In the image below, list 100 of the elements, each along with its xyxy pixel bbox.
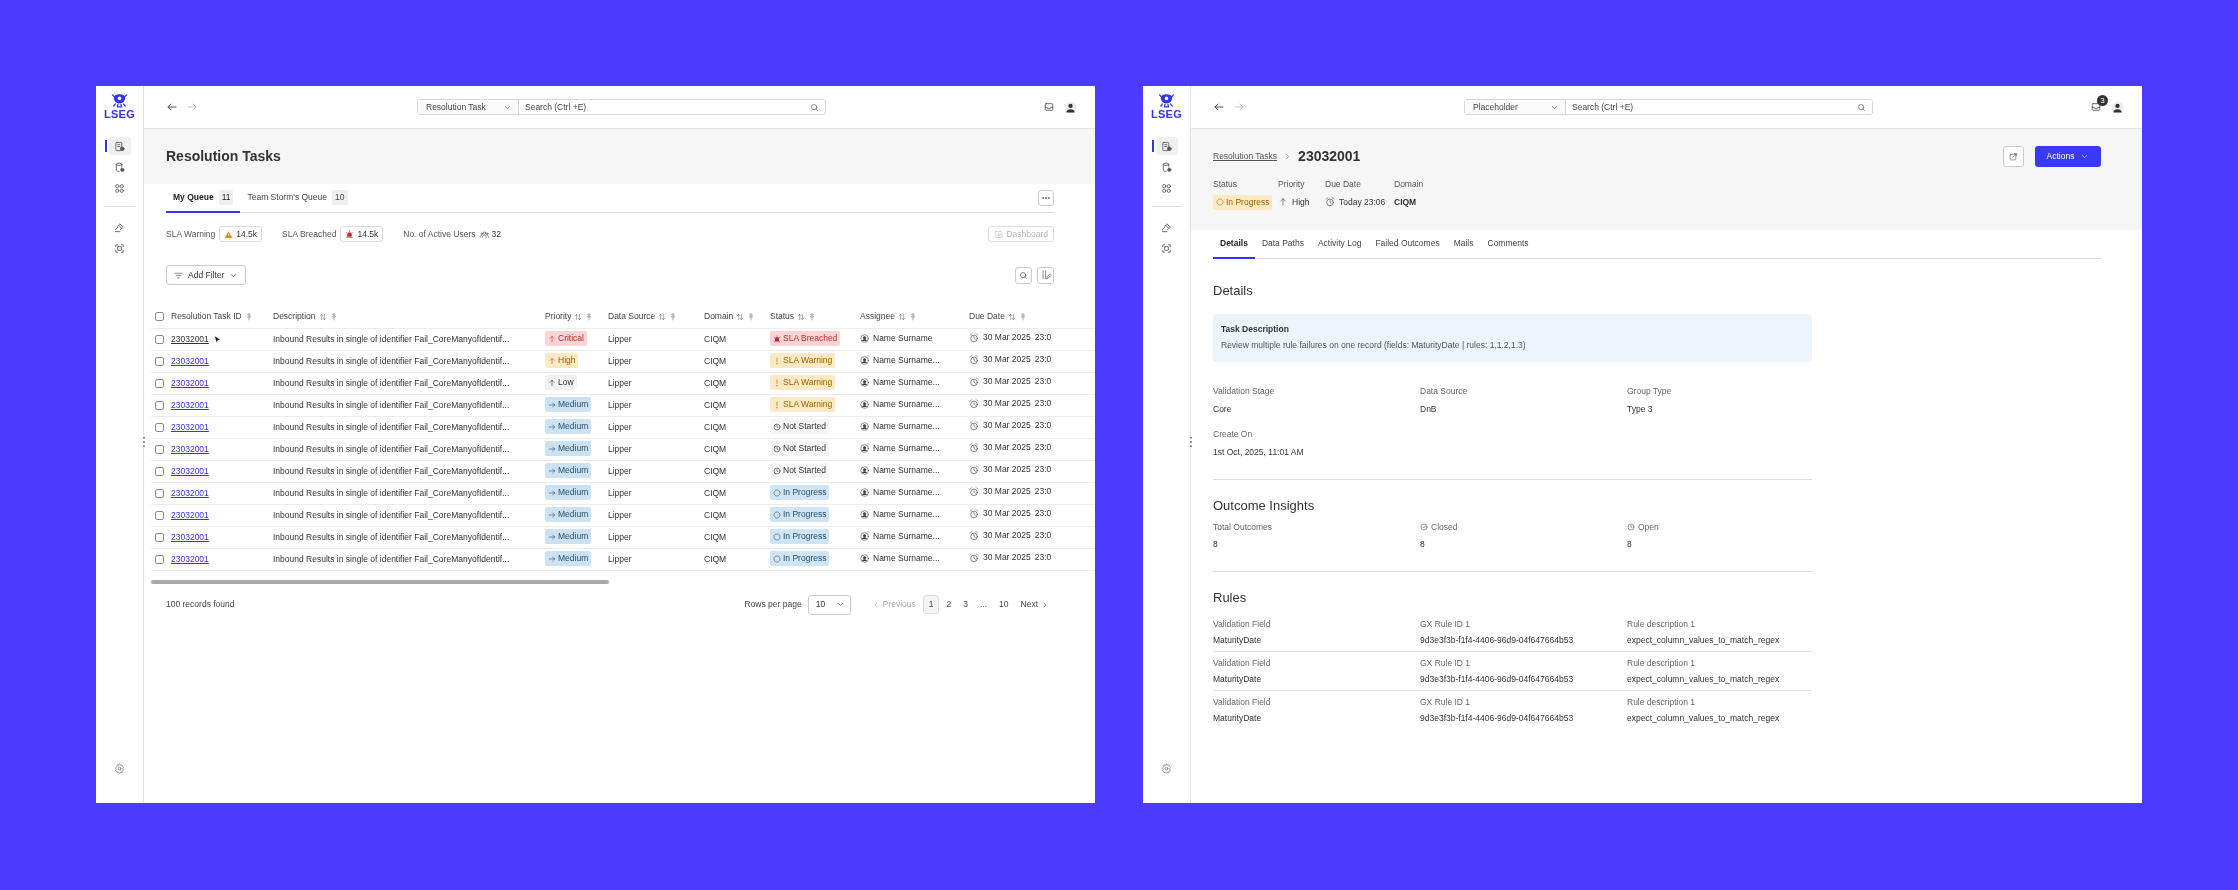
field-value: 9d3e3f3b-f1f4-4406-96d9-04f647664b53 bbox=[1420, 634, 1575, 647]
task-id-link[interactable]: 23032001 bbox=[171, 508, 209, 522]
due-date: 30 Mar 2025 bbox=[983, 463, 1031, 477]
inbox-icon[interactable] bbox=[2091, 102, 2101, 112]
gavel-icon bbox=[1161, 221, 1172, 233]
clock-icon bbox=[773, 422, 781, 431]
task-id-link[interactable]: 23032001 bbox=[171, 464, 209, 478]
column-settings-button[interactable] bbox=[1037, 266, 1054, 284]
row-checkbox[interactable] bbox=[155, 532, 164, 542]
sidebar-item[interactable] bbox=[1155, 137, 1178, 155]
assignee-name: Name Surname... bbox=[873, 551, 940, 565]
field-label: Status bbox=[1213, 178, 1239, 191]
avatar-icon[interactable] bbox=[2111, 100, 2124, 114]
row-checkbox[interactable] bbox=[155, 334, 164, 344]
page-button[interactable]: 2 bbox=[941, 595, 957, 614]
more-button[interactable] bbox=[1038, 190, 1054, 206]
next-button[interactable]: Next bbox=[1015, 595, 1054, 614]
settings-icon[interactable] bbox=[114, 763, 125, 774]
due-time: 23:0 bbox=[1034, 463, 1052, 477]
priority-tag: Medium bbox=[545, 551, 592, 567]
row-checkbox[interactable] bbox=[155, 378, 164, 388]
forward-icon[interactable] bbox=[1233, 101, 1245, 113]
drag-handle-icon[interactable] bbox=[142, 436, 146, 448]
task-id-link[interactable]: 23032001 bbox=[171, 552, 209, 566]
row-checkbox[interactable] bbox=[155, 444, 164, 454]
arrow-up-icon bbox=[1278, 197, 1288, 208]
tab[interactable]: My Queue 11 bbox=[166, 184, 241, 213]
row-checkbox[interactable] bbox=[155, 510, 164, 520]
arrow-up-icon bbox=[548, 356, 556, 365]
back-icon[interactable] bbox=[1213, 101, 1225, 113]
field-label: Group Type bbox=[1627, 385, 1673, 398]
row-checkbox[interactable] bbox=[155, 400, 164, 410]
task-id-link[interactable]: 23032001 bbox=[171, 486, 209, 500]
tab[interactable]: Comments bbox=[1480, 230, 1536, 259]
task-id-link[interactable]: 23032001 bbox=[171, 332, 209, 346]
table-cell: Inbound Results in single of identifier Fail_CoreManyofIdentif... bbox=[273, 553, 510, 564]
back-icon[interactable] bbox=[166, 101, 178, 113]
page-button[interactable]: 1 bbox=[922, 595, 940, 614]
arrow-up-icon bbox=[548, 378, 556, 387]
stat-value: 14.5k bbox=[219, 225, 263, 243]
table-cell: CIQM bbox=[704, 333, 727, 344]
scrollbar[interactable] bbox=[151, 579, 609, 584]
row-checkbox[interactable] bbox=[155, 554, 164, 564]
user-icon bbox=[860, 553, 869, 563]
rows-per-page-select[interactable]: 10 bbox=[807, 594, 851, 615]
assignee-name: Name Surname... bbox=[873, 353, 940, 367]
avatar-icon[interactable] bbox=[1064, 100, 1077, 114]
inbox-icon[interactable] bbox=[1044, 102, 1054, 112]
add-filter-button[interactable]: Add Filter bbox=[166, 265, 247, 285]
pin-icon bbox=[808, 312, 817, 321]
share-button[interactable] bbox=[2003, 145, 2024, 167]
tab[interactable]: Data Paths bbox=[1254, 230, 1311, 259]
field-value: 9d3e3f3b-f1f4-4406-96d9-04f647664b53 bbox=[1420, 673, 1575, 686]
page-button[interactable]: ... bbox=[974, 595, 993, 614]
section-heading: Details bbox=[1213, 282, 1254, 300]
task-id-link[interactable]: 23032001 bbox=[171, 398, 209, 412]
row-checkbox[interactable] bbox=[155, 356, 164, 366]
row-checkbox[interactable] bbox=[155, 488, 164, 498]
select-all-checkbox[interactable] bbox=[155, 312, 164, 322]
sidebar-item[interactable] bbox=[108, 137, 131, 155]
tab[interactable]: Details bbox=[1213, 230, 1255, 259]
task-id-link[interactable]: 23032001 bbox=[171, 376, 209, 390]
sort-icon bbox=[318, 312, 327, 321]
task-id-link[interactable]: 23032001 bbox=[171, 420, 209, 434]
forward-icon[interactable] bbox=[186, 101, 198, 113]
column-header: Assignee bbox=[860, 310, 895, 324]
row-checkbox[interactable] bbox=[155, 422, 164, 432]
sort-icon bbox=[574, 312, 583, 321]
tab[interactable]: Team Storm's Queue 10 bbox=[240, 184, 355, 213]
clock-icon bbox=[773, 466, 781, 475]
tab[interactable]: Failed Outcomes bbox=[1368, 230, 1447, 259]
field-label: Validation Field bbox=[1213, 657, 1272, 670]
page-button[interactable]: 3 bbox=[958, 595, 973, 614]
tab-count: 11 bbox=[218, 190, 234, 205]
tab[interactable]: Mails bbox=[1446, 230, 1481, 259]
settings-icon[interactable] bbox=[1161, 763, 1172, 774]
table-cell: Inbound Results in single of identifier Fail_CoreManyofIdentif... bbox=[273, 531, 510, 542]
status-tag: Not Started bbox=[770, 419, 829, 435]
page-button[interactable]: 10 bbox=[994, 595, 1014, 614]
pin-icon bbox=[908, 312, 917, 321]
task-id-link[interactable]: 23032001 bbox=[171, 530, 209, 544]
logo-icon bbox=[1158, 92, 1175, 109]
sort-icon bbox=[658, 312, 667, 321]
alarm-clock-icon bbox=[969, 486, 979, 497]
alarm-clock-icon bbox=[969, 552, 979, 563]
task-id-link[interactable]: 23032001 bbox=[171, 354, 209, 368]
task-id-link[interactable]: 23032001 bbox=[171, 442, 209, 456]
table-cell: Inbound Results in single of identifier Fail_CoreManyofIdentif... bbox=[273, 355, 510, 366]
database-icon bbox=[114, 161, 125, 173]
due-date: 30 Mar 2025 bbox=[983, 441, 1031, 455]
pin-icon bbox=[329, 312, 338, 321]
user-icon bbox=[860, 531, 869, 541]
search-button[interactable] bbox=[1015, 266, 1032, 284]
table-cell: Lipper bbox=[608, 531, 632, 542]
actions-button[interactable]: Actions bbox=[2035, 145, 2101, 167]
row-checkbox[interactable] bbox=[155, 466, 164, 476]
tab[interactable]: Activity Log bbox=[1310, 230, 1369, 259]
drag-handle-icon[interactable] bbox=[1189, 436, 1193, 448]
breadcrumb-link[interactable]: Resolution Tasks bbox=[1213, 149, 1278, 163]
notification-count: 3 bbox=[2097, 95, 2108, 106]
